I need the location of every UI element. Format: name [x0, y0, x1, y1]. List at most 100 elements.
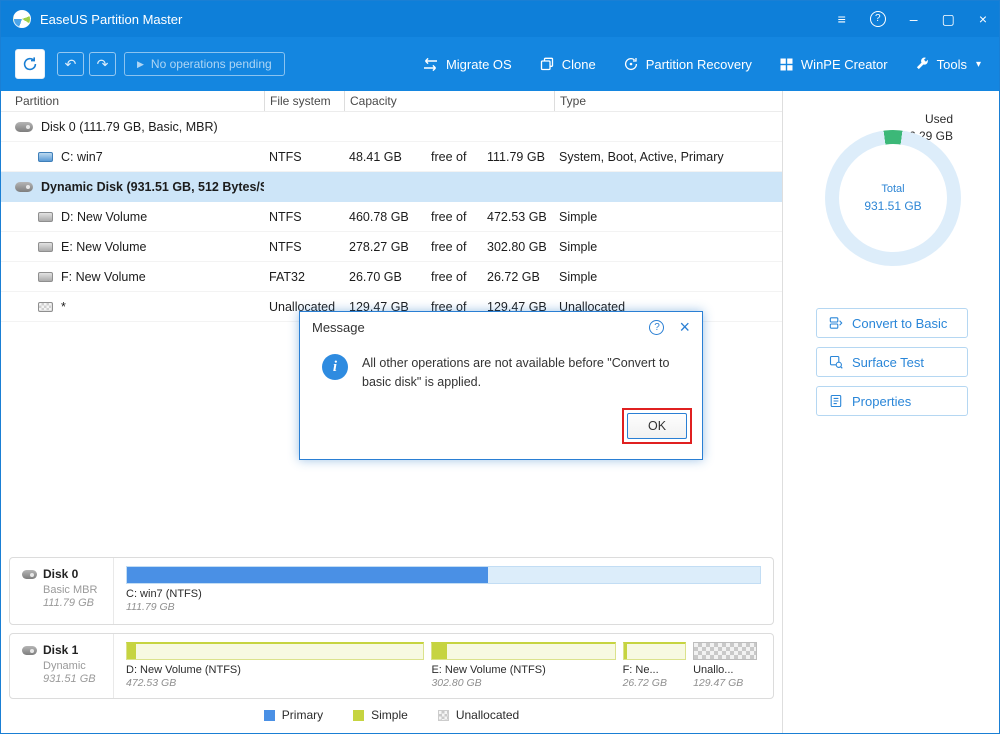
volume-label: E: New Volume (NTFS) — [431, 664, 615, 676]
table-header: Partition File system Capacity Type — [1, 91, 782, 112]
winpe-creator-button[interactable]: WinPE Creator — [779, 57, 888, 72]
tools-label: Tools — [937, 57, 967, 72]
pending-operations-button[interactable]: ▶ No operations pending — [124, 52, 285, 76]
app-logo-icon — [13, 10, 31, 28]
undo-button[interactable]: ↶ — [57, 52, 84, 76]
dialog-title: Message — [312, 320, 365, 335]
volume-icon — [38, 242, 53, 252]
volume-bar-f[interactable] — [623, 642, 687, 660]
volume-size: 472.53 GB — [126, 677, 424, 689]
titlebar: EaseUS Partition Master ≡ ? – ▢ × — [1, 1, 999, 37]
migrate-os-icon — [422, 57, 439, 72]
help-icon[interactable]: ? — [870, 11, 886, 27]
clone-button[interactable]: Clone — [539, 56, 596, 72]
minimize-icon[interactable]: – — [910, 12, 918, 26]
dialog-titlebar: Message ? × — [300, 312, 702, 342]
info-icon: i — [322, 354, 348, 380]
used-label: Used — [902, 111, 953, 128]
unallocated-volume-icon — [38, 302, 53, 312]
volume-icon — [38, 212, 53, 222]
donut-total-label: Total — [881, 183, 904, 195]
volume-segment-unallocated[interactable]: Unallo... 129.47 GB — [693, 642, 757, 689]
partition-recovery-button[interactable]: Partition Recovery — [623, 56, 752, 72]
legend: Primary Simple Unallocated — [1, 708, 782, 722]
disk-size: 931.51 GB — [43, 673, 113, 685]
convert-to-basic-label: Convert to Basic — [852, 316, 947, 331]
disk-kind: Dynamic — [43, 660, 113, 672]
table-row-d-new-volume[interactable]: D: New Volume NTFS 460.78 GBfree of472.5… — [1, 202, 782, 232]
migrate-os-button[interactable]: Migrate OS — [422, 57, 512, 72]
disk-kind: Basic MBR — [43, 584, 113, 596]
partition-label: Disk 0 (111.79 GB, Basic, MBR) — [41, 120, 218, 134]
table-row-disk0[interactable]: Disk 0 (111.79 GB, Basic, MBR) — [1, 112, 782, 142]
disk-name: Disk 1 — [43, 643, 78, 657]
properties-icon — [829, 394, 843, 408]
used-space-fill — [127, 567, 488, 583]
window-title: EaseUS Partition Master — [40, 12, 182, 27]
type-value: System, Boot, Active, Primary — [554, 150, 782, 164]
type-value: Simple — [554, 210, 782, 224]
used-space-fill — [432, 644, 447, 659]
volume-segment-c[interactable]: C: win7 (NTFS) 111.79 GB — [126, 566, 761, 613]
legend-label-primary: Primary — [282, 708, 323, 722]
disk-details-panel: Used 36.29 GB Total 931.51 GB Convert to… — [782, 91, 999, 733]
volume-icon — [38, 272, 53, 282]
partition-label: C: win7 — [61, 150, 103, 164]
toolbar: ↶ ↷ ▶ No operations pending Migrate OS C… — [1, 37, 999, 91]
volume-bar-e[interactable] — [431, 642, 615, 660]
volume-segment-d[interactable]: D: New Volume (NTFS) 472.53 GB — [126, 642, 424, 689]
clone-label: Clone — [562, 57, 596, 72]
partition-label: D: New Volume — [61, 210, 147, 224]
disk-icon — [22, 570, 37, 579]
disk-icon — [15, 182, 33, 192]
disk-name: Disk 0 — [43, 567, 78, 581]
volume-label: F: Ne... — [623, 664, 687, 676]
disk-usage-donut-chart: Total 931.51 GB — [825, 130, 961, 266]
properties-label: Properties — [852, 394, 911, 409]
primary-legend-swatch — [264, 710, 275, 721]
maximize-icon[interactable]: ▢ — [942, 12, 955, 26]
menu-icon[interactable]: ≡ — [838, 12, 846, 26]
volume-bar-c[interactable] — [126, 566, 761, 584]
volume-bar-d[interactable] — [126, 642, 424, 660]
tools-icon — [915, 57, 930, 72]
tools-button[interactable]: Tools ▾ — [915, 57, 981, 72]
dialog-message: All other operations are not available b… — [362, 354, 680, 393]
volume-segment-e[interactable]: E: New Volume (NTFS) 302.80 GB — [431, 642, 615, 689]
table-row-f-new-volume[interactable]: F: New Volume FAT32 26.70 GBfree of26.72… — [1, 262, 782, 292]
partition-recovery-label: Partition Recovery — [646, 57, 752, 72]
volume-bar-unallocated[interactable] — [693, 642, 757, 660]
partition-label: * — [61, 300, 66, 314]
chevron-down-icon: ▾ — [976, 59, 981, 70]
volume-label: C: win7 (NTFS) — [126, 588, 761, 600]
partition-recovery-icon — [623, 56, 639, 72]
volume-size: 302.80 GB — [431, 677, 615, 689]
donut-total-value: 931.51 GB — [864, 199, 921, 213]
fs-value: NTFS — [264, 240, 344, 254]
volume-segment-f[interactable]: F: Ne... 26.72 GB — [623, 642, 687, 689]
partition-label: F: New Volume — [61, 270, 146, 284]
redo-button[interactable]: ↷ — [89, 52, 116, 76]
table-row-c-win7[interactable]: C: win7 NTFS 48.41 GBfree of111.79 GB Sy… — [1, 142, 782, 172]
table-row-dynamic-disk[interactable]: Dynamic Disk (931.51 GB, 512 Bytes/Secto… — [1, 172, 782, 202]
refresh-button[interactable] — [15, 49, 45, 79]
type-value: Simple — [554, 270, 782, 284]
partition-label: E: New Volume — [61, 240, 146, 254]
dialog-help-icon[interactable]: ? — [649, 320, 664, 335]
properties-button[interactable]: Properties — [816, 386, 968, 416]
surface-test-button[interactable]: Surface Test — [816, 347, 968, 377]
type-value: Simple — [554, 240, 782, 254]
used-space-fill — [624, 644, 628, 659]
convert-to-basic-button[interactable]: Convert to Basic — [816, 308, 968, 338]
system-volume-icon — [38, 152, 53, 162]
annotation-red-highlight: OK — [622, 408, 692, 444]
volume-label: D: New Volume (NTFS) — [126, 664, 424, 676]
column-header-type: Type — [554, 91, 782, 111]
surface-test-icon — [829, 355, 843, 369]
volume-size: 111.79 GB — [126, 601, 761, 613]
close-icon[interactable]: × — [979, 12, 987, 26]
dialog-close-icon[interactable]: × — [679, 318, 690, 336]
table-row-e-new-volume[interactable]: E: New Volume NTFS 278.27 GBfree of302.8… — [1, 232, 782, 262]
disk-icon — [15, 122, 33, 132]
ok-button[interactable]: OK — [627, 413, 687, 439]
